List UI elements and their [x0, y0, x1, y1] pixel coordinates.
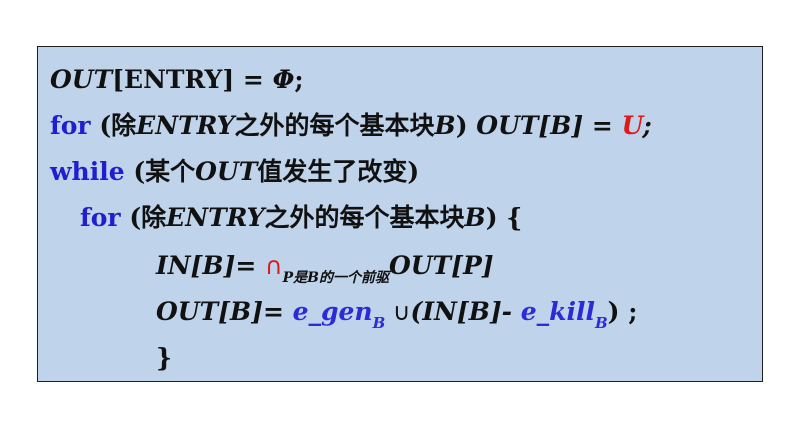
code-line-4: for (除ENTRY之外的每个基本块B) { [80, 197, 522, 239]
semicolon: ; [294, 65, 304, 94]
open-paren-text: (除 [90, 111, 137, 140]
out-b-assign-text: OUT[B] = [476, 111, 622, 140]
semicolon: ; [642, 111, 652, 140]
algorithm-code-box: OUT[ENTRY] = Φ; for (除ENTRY之外的每个基本块B) OU… [37, 46, 763, 382]
in-b-text: IN[B] [156, 251, 236, 280]
close-paren-text: ) [455, 111, 477, 140]
out-text: OUT [50, 65, 113, 94]
closing-brace: } [156, 343, 173, 372]
intersection-symbol: ∩ [265, 252, 283, 280]
predecessor-subscript: P是B的一个前驱 [282, 270, 389, 286]
phi-symbol: Φ [272, 65, 295, 94]
e-kill-subscript: B [594, 314, 608, 332]
universal-set-u: U [621, 111, 643, 140]
entry-text: ENTRY [166, 203, 265, 232]
entry-bracket-text: [ENTRY] = [112, 65, 273, 94]
code-line-1: OUT[ENTRY] = Φ; [50, 59, 304, 101]
while-condition-text: (某个 [124, 157, 196, 186]
code-line-5: IN[B]= ∩P是B的一个前驱OUT[P] [156, 245, 494, 287]
while-condition-text-2: 值发生了改变) [257, 157, 420, 186]
close-paren-brace-text: ) { [485, 203, 523, 232]
slide-page: OUT[ENTRY] = Φ; for (除ENTRY之外的每个基本块B) OU… [0, 0, 798, 427]
union-symbol: ∪ [385, 298, 411, 326]
e-gen-subscript: B [372, 314, 386, 332]
line-end-text: ) ; [607, 297, 638, 326]
for-keyword: for [50, 111, 91, 140]
e-kill-text: e_kill [520, 297, 595, 326]
equals-text: = [262, 297, 293, 326]
open-paren-text: (除 [120, 203, 167, 232]
while-keyword: while [50, 157, 125, 186]
code-line-2: for (除ENTRY之外的每个基本块B) OUT[B] = U; [50, 105, 652, 147]
code-line-3: while (某个OUT值发生了改变) [50, 151, 419, 193]
out-p-text: OUT[P] [388, 251, 494, 280]
block-b-text: B [464, 203, 486, 232]
block-b-text: B [434, 111, 456, 140]
out-text: OUT [195, 157, 258, 186]
code-line-6: OUT[B]= e_genB ∪(IN[B]- e_killB) ; [156, 291, 637, 333]
in-b-minus-text: (IN[B]- [410, 297, 521, 326]
for-keyword: for [80, 203, 121, 232]
entry-text: ENTRY [136, 111, 235, 140]
chinese-condition-text: 之外的每个基本块 [264, 203, 465, 232]
out-b-text: OUT[B] [156, 297, 263, 326]
equals-text: = [235, 251, 265, 280]
chinese-condition-text: 之外的每个基本块 [234, 111, 435, 140]
e-gen-text: e_gen [292, 297, 373, 326]
code-line-7: } [156, 337, 172, 379]
